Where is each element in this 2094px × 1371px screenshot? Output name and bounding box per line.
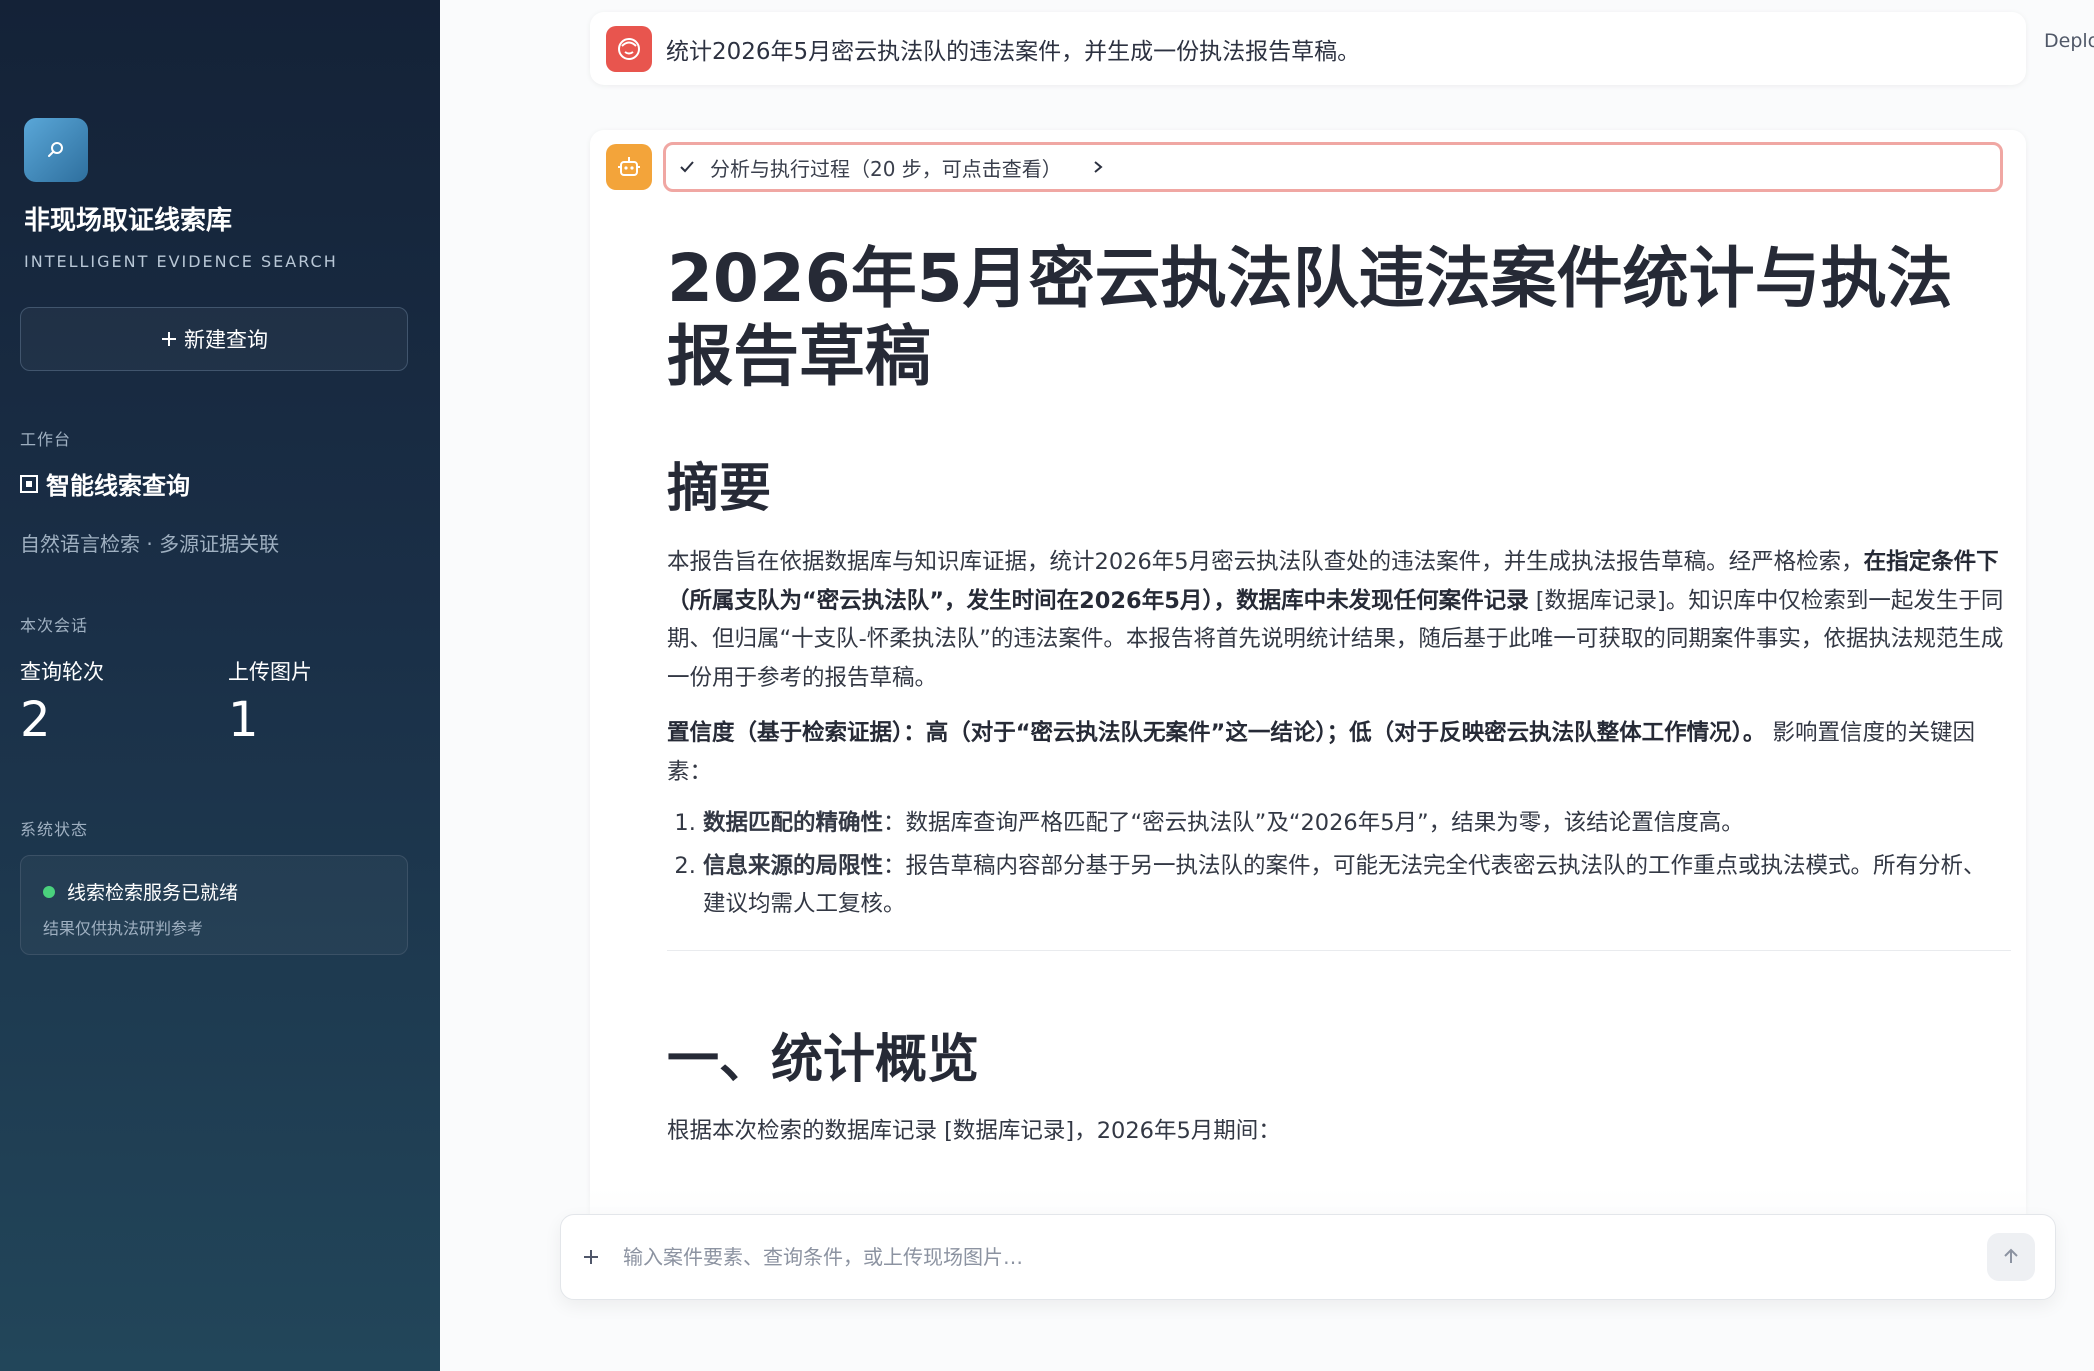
section1-intro: 根据本次检索的数据库记录 [数据库记录]，2026年5月期间： — [667, 1117, 1281, 1144]
plus-icon — [584, 1249, 598, 1264]
bot-avatar — [606, 144, 652, 190]
list-item: 信息来源的局限性：报告草稿内容部分基于另一执法队的案件，可能无法完全代表密云执法… — [703, 847, 2007, 924]
chevron-right-icon — [1094, 161, 1103, 173]
sidebar: 非现场取证线索库 INTELLIGENT EVIDENCE SEARCH 新建查… — [0, 0, 440, 1371]
session-section-label: 本次会话 — [20, 616, 89, 635]
workbench-section-label: 工作台 — [20, 430, 72, 449]
summary-heading: 摘要 — [667, 459, 772, 519]
user-avatar — [606, 25, 652, 72]
arrow-up-icon — [2004, 1248, 2018, 1263]
square-icon — [20, 474, 38, 493]
confidence-paragraph: 置信度（基于检索证据）：高（对于“密云执法队无案件”这一结论）；低（对于反映密云… — [667, 720, 1975, 785]
user-message-text: 统计2026年5月密云执法队的违法案件，并生成一份执法报告草稿。 — [666, 38, 1361, 65]
app-subtitle: INTELLIGENT EVIDENCE SEARCH — [24, 252, 338, 271]
process-label: 分析与执行过程（20 步，可点击查看） — [710, 156, 1062, 181]
section1-heading: 一、统计概览 — [667, 1029, 980, 1090]
factor-list: 数据匹配的精确性：数据库查询严格匹配了“密云执法队”及“2026年5月”，结果为… — [667, 804, 2007, 924]
chat-input-bar — [560, 1214, 2056, 1300]
send-button[interactable] — [1987, 1233, 2035, 1281]
divider — [667, 949, 2011, 951]
sidebar-item-label: 智能线索查询 — [46, 472, 190, 500]
workbench-description: 自然语言检索 · 多源证据关联 — [20, 532, 280, 556]
search-icon — [48, 142, 63, 157]
stat-query-rounds-label: 查询轮次 — [20, 660, 104, 684]
chat-input[interactable] — [621, 1244, 1987, 1270]
stat-uploaded-images-label: 上传图片 — [228, 660, 312, 684]
check-icon — [680, 161, 694, 173]
system-section-label: 系统状态 — [20, 820, 89, 839]
robot-icon — [618, 157, 640, 176]
stat-uploaded-images-value: 1 — [228, 692, 259, 748]
assistant-message: 分析与执行过程（20 步，可点击查看） 2026年5月密云执法队违法案件统计与执… — [590, 130, 2026, 1371]
report-title: 2026年5月密云执法队违法案件统计与执法报告草稿 — [667, 240, 1953, 395]
app-logo — [24, 118, 88, 182]
status-note: 结果仅供执法研判参考 — [43, 919, 204, 938]
report-content: 2026年5月密云执法队违法案件统计与执法报告草稿 摘要 本报告旨在依据数据库与… — [667, 240, 2011, 1150]
summary-paragraph: 本报告旨在依据数据库与知识库证据，统计2026年5月密云执法队查处的违法案件，并… — [667, 549, 2004, 691]
sidebar-item-smart-search[interactable]: 智能线索查询 — [20, 466, 190, 501]
stat-query-rounds-value: 2 — [20, 692, 51, 748]
new-query-button[interactable]: 新建查询 — [20, 307, 408, 371]
system-status-card: 线索检索服务已就绪 结果仅供执法研判参考 — [20, 855, 408, 955]
user-face-icon — [618, 37, 640, 60]
plus-icon — [162, 332, 176, 346]
attach-button[interactable] — [581, 1240, 621, 1275]
list-item: 数据匹配的精确性：数据库查询严格匹配了“密云执法队”及“2026年5月”，结果为… — [703, 804, 2007, 843]
status-text: 线索检索服务已就绪 — [67, 882, 239, 904]
app-title: 非现场取证线索库 — [24, 206, 233, 236]
deploy-button[interactable]: Deplo — [2044, 30, 2094, 52]
status-indicator-icon — [43, 885, 55, 898]
user-message: 统计2026年5月密云执法队的违法案件，并生成一份执法报告草稿。 — [590, 12, 2026, 85]
new-query-label: 新建查询 — [184, 328, 268, 352]
process-steps-toggle[interactable]: 分析与执行过程（20 步，可点击查看） — [663, 142, 2003, 192]
